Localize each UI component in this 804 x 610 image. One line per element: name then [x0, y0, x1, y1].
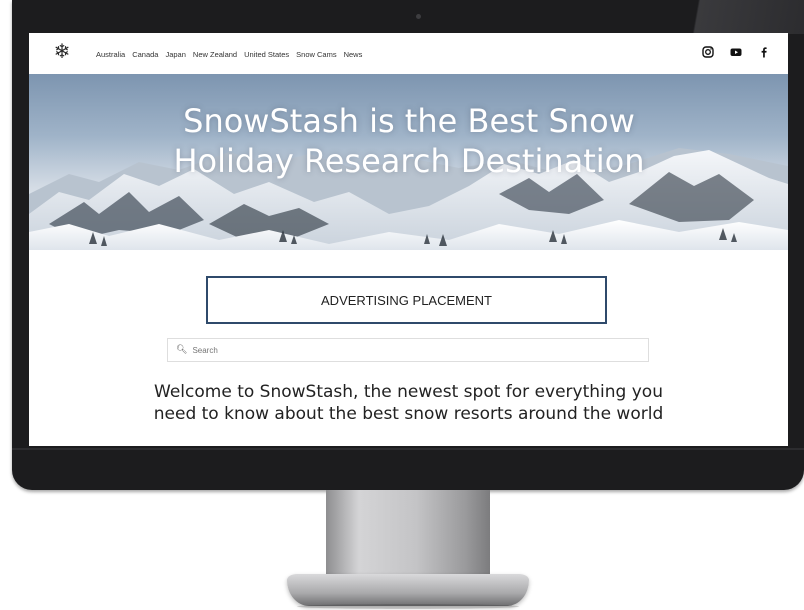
- nav-item-united-states[interactable]: United States: [244, 50, 289, 59]
- nav-item-japan[interactable]: Japan: [165, 50, 185, 59]
- top-navigation: ❄ Australia Canada Japan New Zealand Uni…: [29, 33, 788, 74]
- instagram-icon[interactable]: [702, 46, 714, 58]
- facebook-icon[interactable]: [758, 46, 770, 58]
- search-input[interactable]: [192, 345, 593, 355]
- nav-item-snow-cams[interactable]: Snow Cams: [296, 50, 336, 59]
- welcome-text: Welcome to SnowStash, the newest spot fo…: [153, 382, 664, 424]
- webcam-icon: [416, 14, 421, 19]
- social-links: [702, 46, 770, 58]
- monitor-stand-base: [287, 574, 529, 606]
- youtube-icon[interactable]: [730, 46, 742, 58]
- nav-item-news[interactable]: News: [344, 50, 363, 59]
- nav-menu: Australia Canada Japan New Zealand Unite…: [96, 48, 362, 60]
- nav-item-new-zealand[interactable]: New Zealand: [193, 50, 237, 59]
- advertising-placement[interactable]: ADVERTISING PLACEMENT: [206, 276, 607, 324]
- monitor-gloss: [624, 0, 804, 34]
- snowflake-icon[interactable]: ❄: [51, 40, 73, 62]
- hero-title: SnowStash is the Best Snow Holiday Resea…: [173, 102, 645, 180]
- website-screen: ❄ Australia Canada Japan New Zealand Uni…: [29, 33, 788, 446]
- nav-item-canada[interactable]: Canada: [132, 50, 158, 59]
- monitor-base-shadow: [297, 604, 519, 609]
- monitor-chin-line: [12, 448, 804, 450]
- search-icon: 🔍︎: [176, 344, 188, 355]
- nav-item-australia[interactable]: Australia: [96, 50, 125, 59]
- search-bar[interactable]: 🔍︎: [167, 338, 649, 362]
- monitor-stand-neck: [326, 490, 490, 580]
- hero-banner: SnowStash is the Best Snow Holiday Resea…: [29, 74, 788, 250]
